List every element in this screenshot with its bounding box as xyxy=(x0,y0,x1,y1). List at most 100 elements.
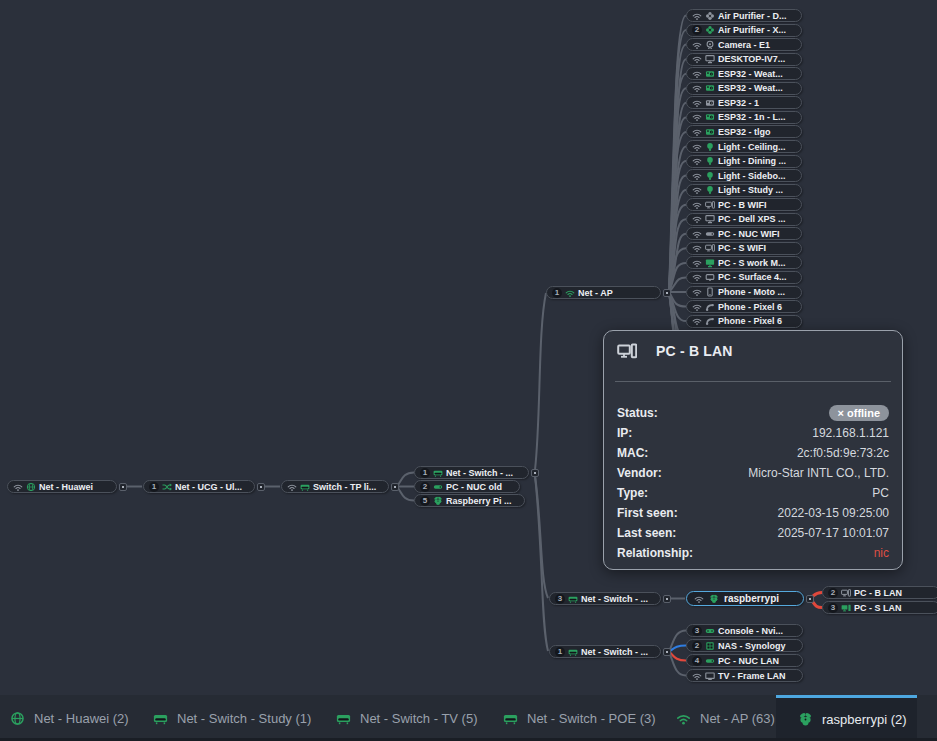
tab-net-switch-poe-3[interactable]: Net - Switch - POE (3) xyxy=(503,695,656,741)
node-console-nvi[interactable]: 3Console - Nvi... xyxy=(686,624,803,637)
node-label: DESKTOP-IV7... xyxy=(718,54,785,64)
node-net-switch-3[interactable]: 3 Net - Switch - ... xyxy=(549,592,661,605)
bulb-icon xyxy=(705,185,715,195)
wifi-icon xyxy=(692,229,702,239)
wifi-icon xyxy=(692,11,702,21)
port-badge: 3 xyxy=(555,594,565,604)
node-label: ESP32 - 1n - L... xyxy=(718,112,786,122)
switch-icon xyxy=(300,482,310,492)
node-pc-nuc-old[interactable]: 2PC - NUC old xyxy=(414,480,520,493)
edge xyxy=(669,631,686,652)
shuffle-icon xyxy=(162,482,172,492)
camera-icon xyxy=(705,40,715,50)
collapse-toggle[interactable] xyxy=(663,595,671,603)
wifi-icon xyxy=(692,69,702,79)
node-dev-5[interactable]: ESP32 - Weat... xyxy=(686,82,802,95)
tab-net-switch-study-1[interactable]: Net - Switch - Study (1) xyxy=(153,695,311,741)
node-dev-17[interactable]: PC - S work M... xyxy=(686,256,802,269)
node-tv-frame-lan[interactable]: TV - Frame LAN xyxy=(686,669,803,682)
collapse-toggle[interactable] xyxy=(257,483,265,491)
node-dev-14[interactable]: PC - Dell XPS ... xyxy=(686,213,802,226)
edge xyxy=(535,293,546,470)
node-dev-12[interactable]: Light - Study ... xyxy=(686,184,802,197)
tab-net-huawei-2[interactable]: Net - Huawei (2) xyxy=(10,695,129,741)
port-badge: 5 xyxy=(420,496,430,506)
wifi-icon xyxy=(692,671,702,681)
node-net-ucg[interactable]: 1Net - UCG - Ul... xyxy=(143,480,255,493)
node-dev-9[interactable]: Light - Ceiling... xyxy=(686,140,802,153)
node-label: Net - Switch - ... xyxy=(581,594,648,604)
node-dev-3[interactable]: DESKTOP-IV7... xyxy=(686,53,802,66)
collapse-toggle[interactable] xyxy=(119,483,127,491)
switch-icon xyxy=(568,647,578,657)
collapse-toggle[interactable] xyxy=(531,469,539,477)
node-dev-11[interactable]: Light - Sidebo... xyxy=(686,169,802,182)
node-label: PC - S work M... xyxy=(718,258,786,268)
wifi-icon xyxy=(692,287,702,297)
node-pc-b-lan[interactable]: 2PC - B LAN xyxy=(822,586,937,599)
bottom-tab-bar: Net - Huawei (2) Net - Switch - Study (1)… xyxy=(0,695,937,741)
popup-row-ip: IP:192.168.1.121 xyxy=(617,423,889,443)
chip-icon xyxy=(705,127,715,137)
popup-row-vendor: Vendor:Micro-Star INTL CO., LTD. xyxy=(617,463,889,483)
wifi-icon xyxy=(692,243,702,253)
node-label: Phone - Moto ... xyxy=(718,287,785,297)
node-dev-18[interactable]: PC - Surface 4... xyxy=(686,271,802,284)
pc-icon xyxy=(617,341,637,361)
tab-net-ap-63[interactable]: Net - AP (63) xyxy=(676,695,775,741)
node-label: Light - Dining ... xyxy=(718,156,786,166)
tab-raspberrypi-2[interactable]: raspberrypi (2) xyxy=(776,695,917,741)
node-dev-10[interactable]: Light - Dining ... xyxy=(686,155,802,168)
edge xyxy=(397,473,414,487)
device-details-popup: PC - B LAN Status:× offlineIP:192.168.1.… xyxy=(603,330,903,570)
wifi-icon xyxy=(287,482,297,492)
node-dev-0[interactable]: Air Purifier - D... xyxy=(686,9,802,22)
node-dev-2[interactable]: Camera - E1 xyxy=(686,38,802,51)
node-label: PC - NUC WIFI xyxy=(718,229,780,239)
node-net-ap[interactable]: 1Net - AP xyxy=(546,286,661,299)
wifi-icon xyxy=(565,288,575,298)
node-nas-synology[interactable]: 2NAS - Synology xyxy=(686,639,803,652)
port-badge: 1 xyxy=(555,647,565,657)
stick-icon xyxy=(705,656,715,666)
collapse-toggle[interactable] xyxy=(391,483,399,491)
node-label: ESP32 - 1 xyxy=(718,98,759,108)
node-label: PC - NUC old xyxy=(446,482,502,492)
node-dev-4[interactable]: ESP32 - Weat... xyxy=(686,67,802,80)
node-net-switch-mid[interactable]: 1Net - Switch - ... xyxy=(414,466,529,479)
tab-net-switch-tv-5[interactable]: Net - Switch - TV (5) xyxy=(336,695,478,741)
fan-icon xyxy=(705,11,715,21)
node-dev-21[interactable]: Phone - Pixel 6 xyxy=(686,315,802,328)
node-raspberry-pi[interactable]: 5Raspberry Pi ... xyxy=(414,494,525,507)
node-dev-7[interactable]: ESP32 - 1n - L... xyxy=(686,111,802,124)
node-pc-s-lan[interactable]: 3PC - S LAN xyxy=(822,601,937,614)
port-badge: 1 xyxy=(420,468,430,478)
popup-row-lastseen: Last seen:2025-07-17 10:01:07 xyxy=(617,523,889,543)
node-dev-8[interactable]: ESP32 - tlgo xyxy=(686,125,802,138)
node-net-huawei[interactable]: Net - Huawei xyxy=(7,480,117,493)
switch-icon xyxy=(568,594,578,604)
node-pc-nuc-lan[interactable]: 4PC - NUC LAN xyxy=(686,654,803,667)
collapse-toggle[interactable] xyxy=(663,648,671,656)
wifi-icon xyxy=(692,83,702,93)
collapse-toggle[interactable] xyxy=(663,289,671,297)
collapse-toggle[interactable] xyxy=(806,595,814,603)
node-dev-20[interactable]: Phone - Pixel 6 xyxy=(686,300,802,313)
node-dev-13[interactable]: PC - B WIFI xyxy=(686,198,802,211)
node-dev-19[interactable]: Phone - Moto ... xyxy=(686,286,802,299)
node-dev-15[interactable]: PC - NUC WIFI xyxy=(686,227,802,240)
node-dev-16[interactable]: PC - S WIFI xyxy=(686,242,802,255)
switch-icon xyxy=(336,711,351,726)
globe-icon xyxy=(10,711,25,726)
stick-icon xyxy=(705,229,715,239)
node-raspberrypi[interactable]: raspberrypi xyxy=(686,591,804,606)
switch-icon xyxy=(153,711,168,726)
node-switch-tp[interactable]: Switch - TP li... xyxy=(281,480,389,493)
node-dev-6[interactable]: ESP32 - 1 xyxy=(686,96,802,109)
node-label: Net - AP xyxy=(578,288,613,298)
port-badge: 2 xyxy=(692,641,702,651)
tv-icon xyxy=(705,671,715,681)
node-dev-1[interactable]: 2Air Purifier - X... xyxy=(686,24,802,37)
node-net-switch-1[interactable]: 1Net - Switch - ... xyxy=(549,645,661,658)
wifi-icon xyxy=(692,156,702,166)
